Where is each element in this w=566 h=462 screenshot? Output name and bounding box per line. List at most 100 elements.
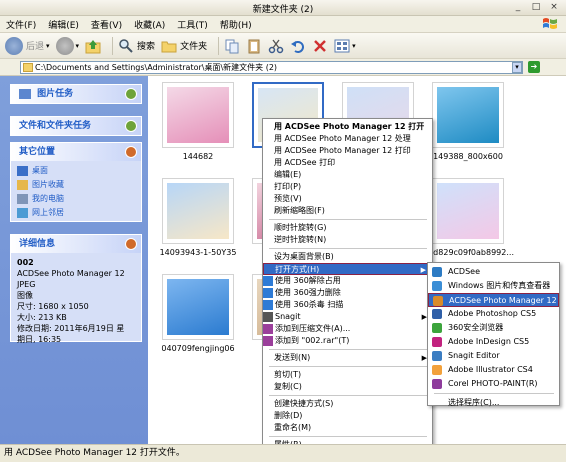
- file-tasks-header[interactable]: 文件和文件夹任务: [11, 117, 141, 135]
- open-with-item[interactable]: Windows 图片和传真查看器: [428, 279, 559, 293]
- context-menu-item[interactable]: 用 ACDSee Photo Manager 12 打印: [263, 145, 432, 157]
- open-with-item[interactable]: Adobe Photoshop CS5: [428, 307, 559, 321]
- windows-logo-icon: [543, 18, 557, 29]
- open-with-item[interactable]: 360安全浏览器: [428, 321, 559, 335]
- context-menu-item[interactable]: 发送到(N) ▶: [263, 352, 432, 364]
- search-button[interactable]: 搜索: [118, 38, 155, 54]
- context-menu-item[interactable]: 刷新缩略图(F): [263, 205, 432, 217]
- thumbnail-label[interactable]: 05d829c09f0ab8992...: [423, 248, 514, 257]
- place-my-computer[interactable]: 我的电脑: [17, 193, 135, 204]
- context-menu-item[interactable]: 打印(P): [263, 181, 432, 193]
- my-computer-icon: [17, 193, 28, 204]
- context-menu-item[interactable]: 创建快捷方式(S): [263, 398, 432, 410]
- context-menu-item[interactable]: 逆时针旋转(N): [263, 234, 432, 246]
- menu-bar: 文件(F) 编辑(E) 查看(V) 收藏(A) 工具(T) 帮助(H): [0, 16, 566, 33]
- back-button[interactable]: 后退 ▾: [5, 36, 50, 55]
- open-with-item[interactable]: Corel PHOTO-PAINT(R): [428, 377, 559, 391]
- maximize-button[interactable]: □: [530, 2, 542, 13]
- app-icon: [433, 296, 443, 306]
- thumbnail-label[interactable]: 040709fengjing06: [153, 344, 243, 353]
- context-menu-item[interactable]: 重命名(M): [263, 422, 432, 434]
- context-menu-item[interactable]: 使用 360强力删除: [263, 287, 432, 299]
- up-folder-icon: [85, 39, 101, 53]
- context-menu-item[interactable]: 编辑(E): [263, 169, 432, 181]
- thumbnail[interactable]: [162, 82, 234, 148]
- views-dropdown-icon[interactable]: ▾: [352, 42, 356, 50]
- thumbnail-label[interactable]: 144682: [153, 152, 243, 161]
- menu-edit[interactable]: 编辑(E): [48, 18, 79, 31]
- details-header[interactable]: 详细信息: [11, 235, 141, 253]
- context-menu-item[interactable]: 添加到压缩文件(A)...: [263, 323, 432, 335]
- cut-button[interactable]: [268, 38, 284, 54]
- context-menu-item[interactable]: Snagit ▶: [263, 311, 432, 323]
- context-menu-item[interactable]: 使用 360解除占用: [263, 275, 432, 287]
- open-with-item[interactable]: ACDSee Photo Manager 12: [428, 293, 559, 307]
- menu-favorites[interactable]: 收藏(A): [134, 18, 165, 31]
- picture-tasks-header[interactable]: 图片任务: [11, 85, 141, 103]
- open-with-item[interactable]: Adobe Illustrator CS4: [428, 363, 559, 377]
- context-menu-item[interactable]: 删除(D): [263, 410, 432, 422]
- expand-chevron-icon[interactable]: [125, 120, 137, 132]
- context-menu-item[interactable]: 预览(V): [263, 193, 432, 205]
- context-menu-item[interactable]: 打开方式(H) ▶: [263, 263, 432, 275]
- thumbnail-image: [167, 87, 229, 143]
- context-menu-item[interactable]: 设为桌面背景(B): [263, 251, 432, 263]
- context-menu-item[interactable]: 使用 360杀毒 扫描: [263, 299, 432, 311]
- context-menu: 用 ACDSee Photo Manager 12 打开用 ACDSee Pho…: [262, 118, 433, 460]
- toolbar: 后退 ▾ ▾ 搜索 文件夹 ▾: [0, 33, 566, 59]
- open-with-item[interactable]: Snagit Editor: [428, 349, 559, 363]
- views-button[interactable]: ▾: [334, 38, 356, 54]
- folders-label: 文件夹: [180, 42, 208, 52]
- go-button[interactable]: ➔: [528, 61, 540, 73]
- thumbnail[interactable]: [432, 82, 504, 148]
- minimize-button[interactable]: _: [512, 2, 524, 13]
- thumbnail-label[interactable]: 149388_800x600: [423, 152, 513, 161]
- context-menu-item[interactable]: 复制(C): [263, 381, 432, 393]
- open-with-item[interactable]: ACDSee: [428, 265, 559, 279]
- context-menu-item[interactable]: 用 ACDSee Photo Manager 12 打开: [263, 121, 432, 133]
- move-to-button[interactable]: [246, 38, 262, 54]
- menu-file[interactable]: 文件(F): [6, 18, 36, 31]
- open-with-item[interactable]: Adobe InDesign CS5: [428, 335, 559, 349]
- expand-chevron-icon[interactable]: [125, 88, 137, 100]
- collapse-chevron-icon[interactable]: [125, 238, 137, 250]
- file-name: 002: [17, 258, 34, 267]
- thumbnail[interactable]: [162, 274, 234, 340]
- open-with-label: 选择程序(C)...: [448, 398, 500, 407]
- menu-item-label: 创建快捷方式(S): [274, 399, 334, 408]
- menu-item-icon: [263, 288, 273, 298]
- clipboard-icon: [248, 39, 260, 53]
- forward-button[interactable]: ▾: [55, 36, 80, 55]
- place-my-pictures[interactable]: 图片收藏: [17, 179, 135, 190]
- delete-button[interactable]: [312, 38, 328, 54]
- address-dropdown-button[interactable]: ▾: [512, 62, 522, 73]
- forward-dropdown-icon[interactable]: ▾: [76, 42, 80, 50]
- menu-item-label: 剪切(T): [274, 370, 302, 379]
- status-bar: 用 ACDSee Photo Manager 12 打开文件。: [0, 444, 566, 462]
- thumbnail-label[interactable]: 14093943-1-50Y35: [153, 248, 243, 257]
- collapse-chevron-icon[interactable]: [125, 146, 137, 158]
- context-menu-item[interactable]: 用 ACDSee 打印: [263, 157, 432, 169]
- context-menu-item[interactable]: 用 ACDSee Photo Manager 12 处理: [263, 133, 432, 145]
- address-input[interactable]: C:\Documents and Settings\Administrator\…: [20, 61, 523, 74]
- menu-view[interactable]: 查看(V): [91, 18, 122, 31]
- undo-button[interactable]: [290, 38, 306, 54]
- folders-button[interactable]: 文件夹: [161, 38, 207, 54]
- close-button[interactable]: ×: [548, 2, 560, 13]
- menu-item-label: 打开方式(H): [275, 265, 320, 274]
- copy-to-button[interactable]: [224, 38, 240, 54]
- thumbnail[interactable]: [162, 178, 234, 244]
- back-dropdown-icon[interactable]: ▾: [46, 42, 50, 50]
- up-folder-button[interactable]: [85, 38, 101, 54]
- context-menu-item[interactable]: 顺时针旋转(G): [263, 222, 432, 234]
- other-places-header[interactable]: 其它位置: [11, 143, 141, 161]
- menu-tools[interactable]: 工具(T): [177, 18, 208, 31]
- context-menu-item[interactable]: 添加到 "002.rar"(T): [263, 335, 432, 347]
- menu-help[interactable]: 帮助(H): [220, 18, 252, 31]
- context-menu-item[interactable]: 剪切(T): [263, 369, 432, 381]
- app-icon: [432, 337, 442, 347]
- thumbnail[interactable]: [432, 178, 504, 244]
- place-network[interactable]: 网上邻居: [17, 207, 135, 218]
- open-with-item[interactable]: 选择程序(C)...: [428, 396, 559, 410]
- place-desktop[interactable]: 桌面: [17, 165, 135, 176]
